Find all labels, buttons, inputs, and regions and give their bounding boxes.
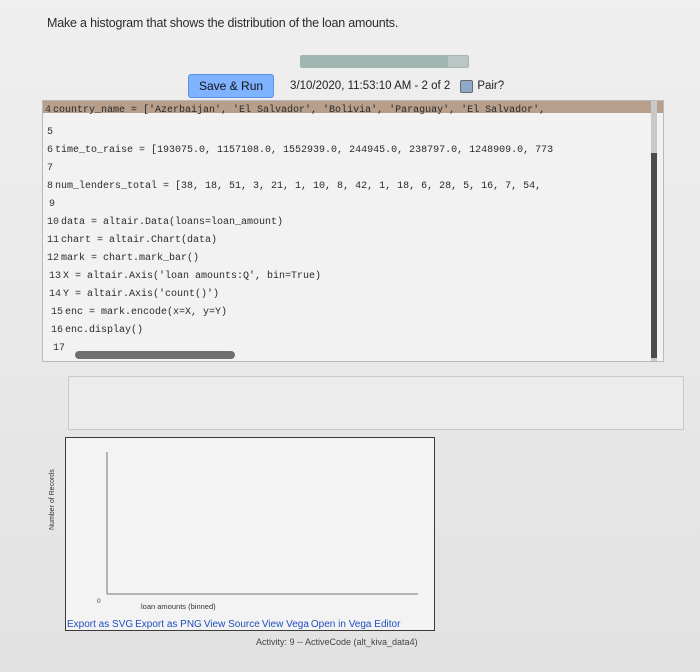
save-run-button[interactable]: Save & Run	[188, 74, 275, 98]
progress-bar	[300, 55, 469, 68]
line-number: 11	[47, 235, 60, 246]
code-line[interactable]: 14 Y = altair.Axis('count()')	[49, 289, 219, 300]
question-prompt: Make a histogram that shows the distribu…	[47, 16, 399, 30]
line-number: 13	[49, 271, 62, 282]
code-line[interactable]: 13 X = altair.Axis('loan amounts:Q', bin=…	[49, 271, 321, 282]
code-line[interactable]: 4 country_name = ['Azerbaijan', 'El Salva…	[45, 105, 545, 116]
line-number: 6	[47, 145, 54, 156]
pair-label: Pair?	[477, 80, 505, 92]
x-axis-label: loan amounts (binned)	[141, 602, 216, 611]
code-line[interactable]: 8 num_lenders_total = [38, 18, 51, 3, 21,…	[47, 181, 541, 192]
line-number: 12	[47, 253, 60, 264]
view-source-link[interactable]: View Source	[204, 619, 260, 630]
activity-caption: Activity: 9 -- ActiveCode (alt_kiva_data…	[256, 637, 418, 647]
line-number: 8	[47, 181, 54, 192]
code-text: time_to_raise = [193075.0, 1157108.0, 15…	[55, 145, 554, 156]
y-axis-label: Number of Records	[49, 469, 56, 530]
progress-fill	[301, 56, 448, 67]
code-text: enc = mark.encode(x=X, y=Y)	[65, 307, 228, 318]
code-line[interactable]: 6 time_to_raise = [193075.0, 1157108.0, 1…	[47, 145, 553, 156]
export-svg-link[interactable]: Export as SVG	[67, 619, 133, 630]
view-vega-link[interactable]: View Vega	[262, 619, 309, 630]
line-number: 9	[49, 199, 56, 210]
code-text: mark = chart.mark_bar()	[61, 253, 200, 264]
chart-frame	[65, 437, 435, 631]
line-number: 14	[49, 289, 62, 300]
code-editor[interactable]: 4 country_name = ['Azerbaijan', 'El Salva…	[42, 100, 664, 362]
code-text: chart = altair.Chart(data)	[61, 235, 218, 246]
pair-checkbox[interactable]	[460, 79, 474, 93]
line-number: 17	[53, 343, 66, 354]
editor-horizontal-scrollbar[interactable]	[75, 351, 235, 359]
code-text: num_lenders_total = [38, 18, 51, 3, 21, …	[55, 181, 542, 192]
code-text: Y = altair.Axis('count()')	[63, 289, 220, 300]
editor-scroll-thumb[interactable]	[651, 153, 657, 358]
code-text: country_name = ['Azerbaijan', 'El Salvad…	[53, 105, 546, 116]
code-line[interactable]: 7	[47, 163, 55, 174]
code-line[interactable]: 12 mark = chart.mark_bar()	[47, 253, 199, 264]
code-line[interactable]: 15 enc = mark.encode(x=X, y=Y)	[51, 307, 227, 318]
code-line[interactable]: 11 chart = altair.Chart(data)	[47, 235, 217, 246]
line-number: 5	[47, 127, 54, 138]
code-text: enc.display()	[65, 325, 144, 336]
export-links: Export as SVG Export as PNG View Source Vie…	[67, 619, 402, 630]
code-line[interactable]: 9	[49, 199, 57, 210]
toolbar: Save & Run 3/10/2020, 11:53:10 AM - 2 of…	[188, 74, 504, 98]
code-line[interactable]: 17	[53, 343, 67, 354]
code-line[interactable]: 10 data = altair.Data(loans=loan_amount)	[47, 217, 283, 228]
line-number: 16	[51, 325, 64, 336]
x-axis-zero-tick: 0	[97, 598, 101, 605]
export-png-link[interactable]: Export as PNG	[135, 619, 202, 630]
code-text: data = altair.Data(loans=loan_amount)	[61, 217, 284, 228]
code-line[interactable]: 5	[47, 127, 55, 138]
line-number: 7	[47, 163, 54, 174]
line-number: 15	[51, 307, 64, 318]
output-area	[68, 376, 684, 430]
code-line[interactable]: 16 enc.display()	[51, 325, 143, 336]
open-vega-editor-link[interactable]: Open in Vega Editor	[311, 619, 401, 630]
histogram-chart	[106, 452, 418, 595]
version-timestamp: 3/10/2020, 11:53:10 AM - 2 of 2	[290, 80, 451, 92]
code-text: X = altair.Axis('loan amounts:Q', bin=Tr…	[63, 271, 322, 282]
line-number: 4	[45, 105, 52, 116]
line-number: 10	[47, 217, 60, 228]
